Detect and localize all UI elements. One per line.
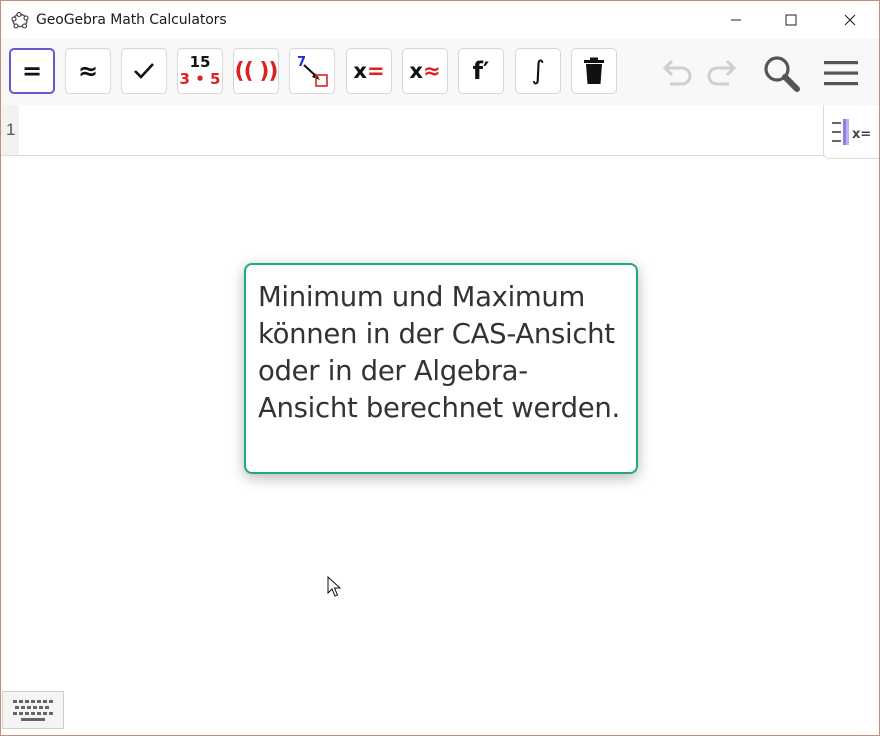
- expand-icon: (( )): [234, 58, 279, 84]
- algebra-view-toggle-button[interactable]: x=: [823, 105, 879, 159]
- cas-row: 1: [1, 105, 879, 157]
- approx-icon: ≈: [77, 57, 99, 85]
- search-icon: [764, 56, 800, 92]
- virtual-keyboard-button[interactable]: [2, 691, 64, 729]
- cas-row-number: 1: [1, 105, 19, 155]
- redo-button[interactable]: [703, 53, 743, 93]
- substitute-button[interactable]: 7: [289, 48, 335, 94]
- close-icon: [844, 14, 856, 26]
- substitute-icon: 7: [297, 55, 328, 87]
- factor-icon-top: 15: [189, 53, 211, 71]
- evaluate-icon: =: [21, 57, 43, 85]
- window-title: GeoGebra Math Calculators: [36, 12, 227, 28]
- title-bar: GeoGebra Math Calculators: [1, 1, 879, 39]
- redo-icon: [707, 59, 737, 86]
- solve-icon: x=: [353, 59, 385, 83]
- cas-toolbar: = ≈ 15 3 • 5 (( )) 7 x= x≈ f′ ∫: [1, 39, 879, 106]
- maximize-button[interactable]: [768, 1, 814, 39]
- hamburger-menu-icon: [824, 61, 858, 86]
- derivative-icon: f′: [472, 57, 490, 85]
- derivative-button[interactable]: f′: [458, 48, 504, 94]
- minimize-button[interactable]: [713, 1, 759, 39]
- integral-icon: ∫: [531, 56, 545, 86]
- checkmark-icon: [134, 63, 154, 79]
- search-button[interactable]: [761, 53, 801, 93]
- mouse-cursor-icon: [327, 576, 342, 597]
- menu-button[interactable]: [821, 53, 861, 93]
- maximize-icon: [785, 14, 797, 26]
- keep-input-button[interactable]: [121, 48, 167, 94]
- solve-numerically-button[interactable]: x≈: [402, 48, 448, 94]
- factor-icon-bottom: 3 • 5: [179, 70, 221, 88]
- cas-input[interactable]: [19, 105, 823, 157]
- minimize-icon: [731, 19, 741, 21]
- info-tooltip: Minimum und Maximum können in der CAS-An…: [244, 263, 638, 474]
- undo-button[interactable]: [656, 53, 696, 93]
- numeric-button[interactable]: ≈: [65, 48, 111, 94]
- solve-numerically-icon: x≈: [409, 59, 441, 83]
- evaluate-button[interactable]: =: [9, 48, 55, 94]
- svg-text:7: 7: [297, 55, 306, 70]
- solve-button[interactable]: x=: [346, 48, 392, 94]
- undo-icon: [662, 59, 692, 86]
- integral-button[interactable]: ∫: [515, 48, 561, 94]
- delete-button[interactable]: [571, 48, 617, 94]
- geogebra-logo-icon: [11, 11, 29, 29]
- algebra-view-icon: x=: [831, 118, 871, 145]
- expand-button[interactable]: (( )): [233, 48, 279, 94]
- app-window: GeoGebra Math Calculators = ≈ 15 3 • 5 (…: [0, 0, 880, 736]
- keyboard-icon: [13, 700, 53, 721]
- trash-icon: [584, 57, 604, 84]
- tooltip-text: Minimum und Maximum können in der CAS-An…: [258, 281, 620, 424]
- factor-button[interactable]: 15 3 • 5: [177, 48, 223, 94]
- svg-text:x=: x=: [852, 127, 871, 142]
- close-button[interactable]: [827, 1, 873, 39]
